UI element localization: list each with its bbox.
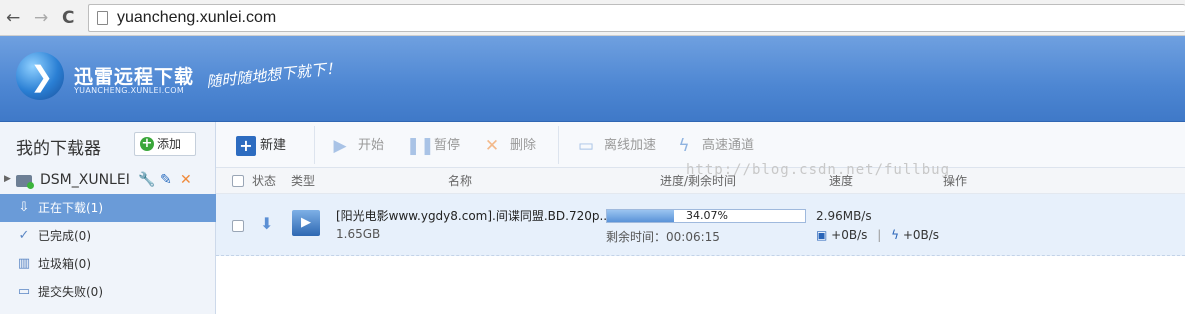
offline-speed: +0B/s — [831, 228, 868, 242]
select-all-checkbox[interactable] — [232, 175, 244, 187]
column-type: 类型 — [291, 174, 316, 188]
lightning-icon: ϟ — [678, 136, 690, 156]
row-checkbox[interactable] — [232, 220, 244, 232]
video-file-icon: ▶ — [292, 210, 320, 236]
add-label: 添加 — [157, 137, 182, 151]
page-icon — [97, 11, 108, 25]
pause-button[interactable]: ❚❚ 暂停 — [406, 136, 460, 156]
url-input[interactable]: yuancheng.xunlei.com — [88, 4, 1185, 32]
start-button[interactable]: ▶ 开始 — [330, 136, 384, 156]
plus-icon: + — [236, 136, 256, 156]
highspeed-channel-button[interactable]: ϟ 高速通道 — [674, 136, 754, 156]
trash-icon: ▥ — [17, 256, 31, 271]
start-label: 开始 — [358, 138, 385, 153]
delete-x-icon: ✕ — [484, 136, 500, 156]
pause-icon: ❚❚ — [406, 136, 435, 156]
main-panel: + 新建 ▶ 开始 ❚❚ 暂停 ✕ 删除 ▭ 离线加速 ϟ 高速通道 状态 类型… — [216, 122, 1185, 314]
file-size: 1.65GB — [336, 227, 381, 241]
offline-speed-icon: ▣ — [816, 228, 828, 242]
file-name[interactable]: [阳光电影www.ygdy8.com].间谍同盟.BD.720p... — [336, 207, 611, 224]
brand-subtitle: YUANCHENG.XUNLEI.COM — [74, 86, 185, 95]
sidebar-item-trash[interactable]: ▥ 垃圾箱(0) — [0, 250, 216, 278]
browser-address-bar: ← → C yuancheng.xunlei.com — [0, 0, 1185, 36]
reload-icon[interactable]: C — [62, 8, 74, 28]
sidebar: 我的下载器 + 添加 ▶ DSM_XUNLEI 🔧 ✎ ✕ ⇩ 正在下载(1) … — [0, 122, 216, 314]
offline-accelerate-button[interactable]: ▭ 离线加速 — [576, 136, 656, 156]
wrench-icon[interactable]: 🔧 — [138, 172, 155, 188]
nas-device-icon — [16, 175, 34, 189]
remaining-time: 剩余时间：00:06:15 — [606, 230, 720, 244]
highspeed-label: 高速通道 — [702, 138, 755, 153]
sidebar-item-downloading[interactable]: ⇩ 正在下载(1) — [0, 194, 216, 222]
checkmark-icon: ✓ — [18, 228, 30, 243]
new-label: 新建 — [260, 138, 287, 153]
device-name: DSM_XUNLEI — [40, 172, 130, 188]
progress-label: 34.07% — [686, 209, 728, 222]
highspeed-speed-icon: ϟ — [891, 228, 900, 242]
watermark: http://blog.csdn.net/fullbug — [686, 162, 951, 178]
new-task-button[interactable]: + 新建 — [236, 136, 286, 156]
slogan: 随时随地想下就下！ — [205, 58, 342, 92]
downloading-status-icon: ⬇ — [260, 214, 274, 233]
url-text: yuancheng.xunlei.com — [117, 9, 277, 26]
progress-bar: 34.07% — [606, 209, 806, 223]
close-icon[interactable]: ✕ — [180, 172, 192, 188]
column-status: 状态 — [252, 174, 277, 188]
offline-label: 离线加速 — [604, 138, 657, 153]
highspeed-speed: +0B/s — [902, 228, 940, 242]
xunlei-logo-icon: ❯ — [16, 52, 64, 100]
header-banner: ❯ 迅雷远程下载 YUANCHENG.XUNLEI.COM 随时随地想下就下！ — [0, 36, 1185, 122]
sidebar-item-label: 正在下载(1) — [38, 201, 103, 215]
brand-title: 迅雷远程下载 — [74, 66, 195, 88]
back-icon[interactable]: ← — [6, 8, 20, 28]
table-row[interactable]: ⬇ ▶ [阳光电影www.ygdy8.com].间谍同盟.BD.720p... … — [216, 194, 1185, 256]
speed-separator: | — [877, 228, 882, 242]
download-speed: 2.96MB/s — [816, 209, 872, 223]
pause-label: 暂停 — [434, 138, 461, 153]
toolbar-divider — [558, 126, 559, 164]
accel-speeds: ▣ +0B/s | ϟ +0B/s — [816, 228, 939, 242]
monitor-icon: ▭ — [577, 136, 595, 156]
sidebar-item-failed[interactable]: ▭ 提交失败(0) — [0, 278, 216, 306]
download-arrow-icon: ⇩ — [18, 200, 30, 215]
sidebar-item-label: 提交失败(0) — [38, 285, 103, 299]
toolbar-divider — [314, 126, 315, 164]
add-downloader-button[interactable]: + 添加 — [134, 132, 196, 156]
delete-label: 删除 — [510, 138, 537, 153]
device-row[interactable]: ▶ DSM_XUNLEI 🔧 ✎ ✕ — [0, 170, 216, 192]
sidebar-title: 我的下载器 — [16, 139, 101, 159]
delete-button[interactable]: ✕ 删除 — [482, 136, 536, 156]
plus-circle-icon: + — [140, 136, 154, 151]
expand-arrow-icon[interactable]: ▶ — [4, 174, 11, 184]
forward-icon[interactable]: → — [34, 8, 48, 28]
sidebar-item-completed[interactable]: ✓ 已完成(0) — [0, 222, 216, 250]
document-icon: ▭ — [17, 284, 31, 299]
edit-icon[interactable]: ✎ — [160, 172, 172, 188]
sidebar-item-label: 已完成(0) — [38, 229, 91, 243]
play-icon: ▶ — [333, 136, 347, 156]
sidebar-item-label: 垃圾箱(0) — [38, 257, 91, 271]
column-name: 名称 — [448, 174, 473, 188]
